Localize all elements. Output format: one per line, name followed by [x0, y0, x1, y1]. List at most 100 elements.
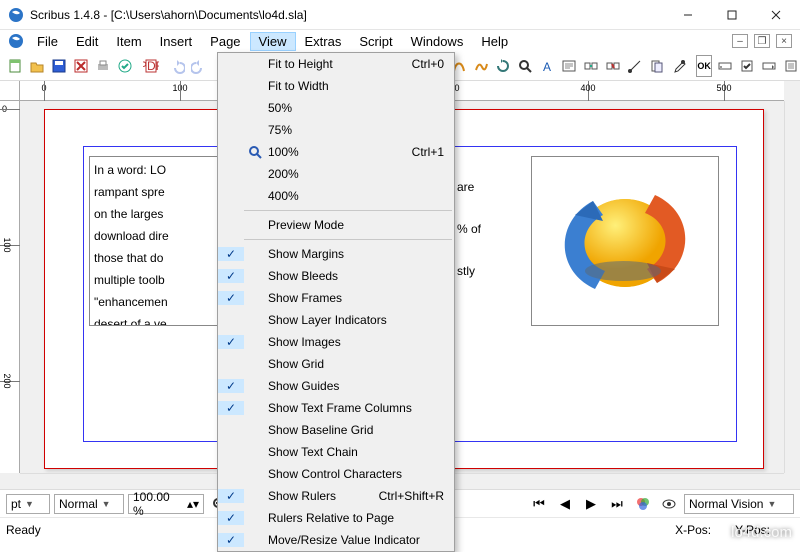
view-menu-item[interactable]: 100%Ctrl+1 [218, 141, 454, 163]
zoom-spin[interactable]: 100.00 %▴▾ [128, 494, 204, 514]
preflight-button[interactable] [116, 55, 134, 77]
view-menu-item[interactable]: Show Control Characters [218, 463, 454, 485]
link-frames-tool[interactable] [582, 55, 600, 77]
unit-value: pt [11, 497, 21, 511]
goto-prev-page-button[interactable]: ◀ [554, 493, 576, 515]
redo-button[interactable] [190, 55, 208, 77]
view-menu-item[interactable]: ✓Move/Resize Value Indicator [218, 529, 454, 551]
save-button[interactable] [50, 55, 68, 77]
view-menu-item[interactable]: Show Text Chain [218, 441, 454, 463]
goto-next-page-button[interactable]: ▶ [580, 493, 602, 515]
view-menu-item[interactable]: Show Layer Indicators [218, 309, 454, 331]
view-menu-item[interactable]: 50% [218, 97, 454, 119]
zoom-tool[interactable] [516, 55, 534, 77]
view-menu-item[interactable]: ✓Show Margins [218, 243, 454, 265]
view-menu-item[interactable]: ✓ Show RulersCtrl+Shift+R [218, 485, 454, 507]
titlebar: Scribus 1.4.8 - [C:\Users\ahorn\Document… [0, 0, 800, 30]
menu-item-label: Show Baseline Grid [266, 423, 444, 437]
close-document-button[interactable] [72, 55, 90, 77]
svg-text:A: A [543, 60, 551, 74]
view-menu-item[interactable]: Show Grid [218, 353, 454, 375]
view-menu-item[interactable]: Fit to Width [218, 75, 454, 97]
window-title: Scribus 1.4.8 - [C:\Users\ahorn\Document… [30, 8, 666, 22]
check-icon: ✓ [218, 269, 244, 283]
mdi-close-button[interactable]: × [776, 34, 792, 48]
window-controls [666, 1, 798, 29]
ruler-v-label: 200 [2, 373, 12, 388]
menu-item-label: Show Guides [266, 379, 444, 393]
edit-contents-tool[interactable]: A [538, 55, 556, 77]
preview-mode-button[interactable] [658, 493, 680, 515]
view-menu-item[interactable]: ✓Show Bleeds [218, 265, 454, 287]
menu-help[interactable]: Help [472, 32, 517, 51]
view-menu-item[interactable]: ✓Show Text Frame Columns [218, 397, 454, 419]
view-menu-item[interactable]: Show Baseline Grid [218, 419, 454, 441]
view-menu-item[interactable]: ✓Show Images [218, 331, 454, 353]
check-icon: ✓ [218, 489, 244, 503]
view-menu-item[interactable]: Preview Mode [218, 214, 454, 236]
pdf-textfield-button[interactable] [716, 55, 734, 77]
menu-item-label: Show Margins [266, 247, 444, 261]
measurement-tool[interactable] [626, 55, 644, 77]
view-menu-item[interactable]: ✓ Show Guides [218, 375, 454, 397]
copy-properties-tool[interactable] [648, 55, 666, 77]
menu-file[interactable]: File [28, 32, 67, 51]
menu-page[interactable]: Page [201, 32, 249, 51]
menu-item-label: 200% [266, 167, 444, 181]
menu-insert[interactable]: Insert [151, 32, 202, 51]
menu-view[interactable]: View [250, 32, 296, 51]
preview-quality-combo[interactable]: Normal ▼ [54, 494, 124, 514]
image-frame[interactable] [531, 156, 719, 326]
goto-first-page-button[interactable]: ⏮ [528, 493, 550, 515]
mdi-minimize-button[interactable]: – [732, 34, 748, 48]
menu-windows[interactable]: Windows [402, 32, 473, 51]
unlink-frames-tool[interactable] [604, 55, 622, 77]
menu-item-shortcut: Ctrl+1 [412, 145, 444, 159]
logo-image [545, 171, 705, 311]
eyedropper-tool[interactable] [670, 55, 688, 77]
menu-item-label: 75% [266, 123, 444, 137]
pdf-combo-button[interactable] [760, 55, 778, 77]
menu-separator [244, 210, 452, 211]
story-editor-tool[interactable] [560, 55, 578, 77]
preview-quality-value: Normal [59, 497, 98, 511]
menu-item-shortcut: Ctrl+Shift+R [379, 489, 444, 503]
menu-extras[interactable]: Extras [296, 32, 351, 51]
goto-last-page-button[interactable]: ⏭ [606, 493, 628, 515]
menu-item-label: Show Control Characters [266, 467, 444, 481]
color-management-button[interactable] [632, 493, 654, 515]
close-button[interactable] [754, 1, 798, 29]
chevron-down-icon: ▼ [102, 499, 111, 509]
view-menu-item[interactable]: Fit to HeightCtrl+0 [218, 53, 454, 75]
ruler-h-label: 400 [580, 83, 595, 93]
vision-combo[interactable]: Normal Vision▼ [684, 494, 794, 514]
unit-combo[interactable]: pt▼ [6, 494, 50, 514]
export-pdf-button[interactable]: PDF [142, 55, 160, 77]
pdf-ok-button[interactable]: OK [696, 55, 712, 77]
menu-script[interactable]: Script [350, 32, 401, 51]
menu-item-menu[interactable]: Item [107, 32, 150, 51]
maximize-button[interactable] [710, 1, 754, 29]
ruler-vertical[interactable]: 0 100 200 [0, 101, 20, 473]
pdf-listbox-button[interactable] [782, 55, 800, 77]
freehand-tool[interactable] [472, 55, 490, 77]
view-menu-item[interactable]: ✓Rulers Relative to Page [218, 507, 454, 529]
ruler-origin[interactable] [0, 81, 20, 101]
pdf-checkbox-button[interactable] [738, 55, 756, 77]
rotate-tool[interactable] [494, 55, 512, 77]
check-icon: ✓ [218, 379, 244, 393]
print-button[interactable] [94, 55, 112, 77]
undo-button[interactable] [168, 55, 186, 77]
new-document-button[interactable] [6, 55, 24, 77]
view-menu-item[interactable]: ✓Show Frames [218, 287, 454, 309]
view-menu-item[interactable]: 200% [218, 163, 454, 185]
menu-item-label: 100% [266, 145, 412, 159]
open-document-button[interactable] [28, 55, 46, 77]
view-menu-item[interactable]: 75% [218, 119, 454, 141]
menu-item-label: Show Rulers [266, 489, 379, 503]
view-menu-item[interactable]: 400% [218, 185, 454, 207]
mdi-restore-button[interactable]: ❐ [754, 34, 770, 48]
menu-edit[interactable]: Edit [67, 32, 107, 51]
minimize-button[interactable] [666, 1, 710, 29]
scrollbar-vertical[interactable] [784, 101, 800, 473]
